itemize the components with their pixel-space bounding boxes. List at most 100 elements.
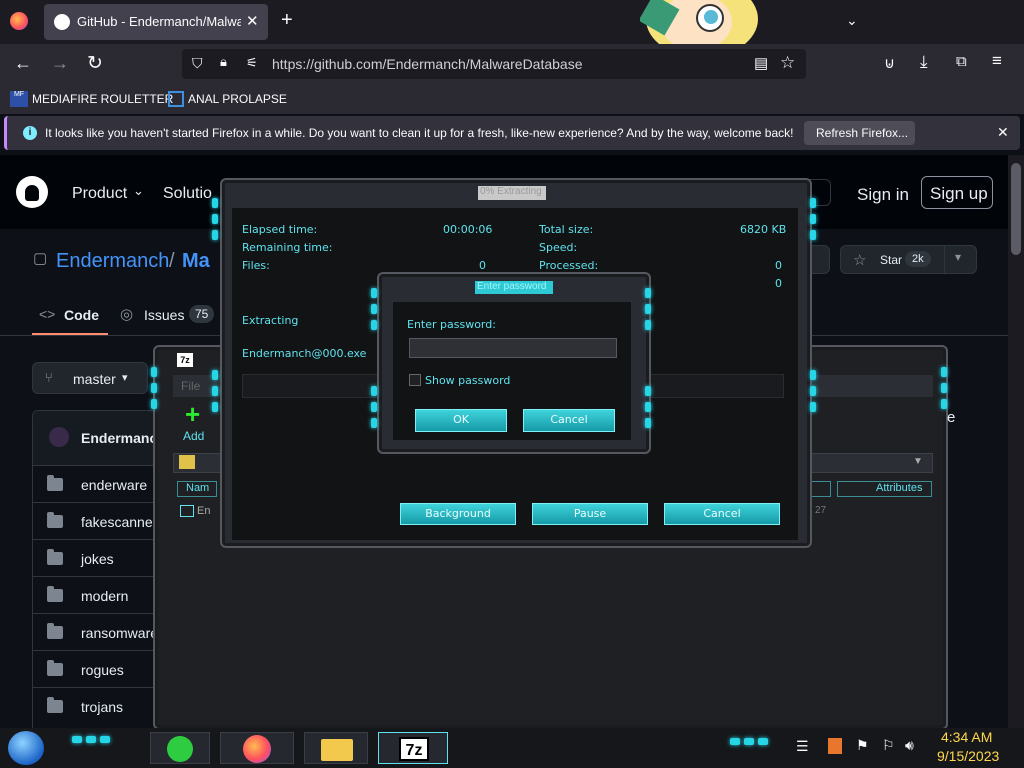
cancel-button[interactable]: Cancel <box>664 503 780 525</box>
background-button[interactable]: Background <box>400 503 516 525</box>
folder-icon <box>47 660 63 676</box>
reader-view-icon[interactable]: ▤ <box>754 54 768 72</box>
file-name[interactable]: trojans <box>81 699 123 715</box>
avatar <box>49 427 69 447</box>
permissions-icon[interactable]: ⚟ <box>246 55 258 71</box>
ok-button[interactable]: OK <box>415 409 507 432</box>
file-name[interactable]: rogues <box>81 662 124 678</box>
taskbar-7zip[interactable]: 7z <box>378 732 448 764</box>
list-item[interactable]: modern <box>33 576 163 613</box>
sign-in-link[interactable]: Sign in <box>857 185 909 205</box>
close-notification-icon[interactable]: ✕ <box>997 124 1009 141</box>
browser-nav-bar: ← → ↻ ⛉ 🔒︎ ⚟ https://github.com/Enderman… <box>0 44 1024 84</box>
folder-up-icon[interactable] <box>179 455 195 469</box>
password-cancel-button[interactable]: Cancel <box>523 409 615 432</box>
page-scrollbar[interactable] <box>1008 155 1024 728</box>
url-text[interactable]: https://github.com/Endermanch/MalwareDat… <box>272 56 583 72</box>
firefox-view-icon[interactable] <box>10 12 28 30</box>
list-item[interactable]: enderware <box>33 465 163 502</box>
bookmark-star-icon[interactable]: ☆ <box>780 53 795 73</box>
tray-flag2-icon[interactable]: ⚐ <box>882 737 895 754</box>
lock-icon[interactable]: 🔒︎ <box>220 54 227 70</box>
nav-solutions[interactable]: Solutio <box>163 185 212 203</box>
url-bar[interactable]: ⛉ 🔒︎ ⚟ https://github.com/Endermanch/Mal… <box>182 49 806 79</box>
list-item[interactable]: trojans <box>33 687 163 724</box>
file-name[interactable]: modern <box>81 588 128 604</box>
file-name[interactable]: enderware <box>81 477 147 493</box>
tray-app-icon[interactable] <box>828 738 842 754</box>
bookmark-label: ANAL PROLAPSE <box>188 92 287 106</box>
branch-icon: ⑂ <box>45 370 53 385</box>
taskbar-firefox[interactable] <box>220 732 294 764</box>
tab-github[interactable]: GitHub - Endermanch/Malware ✕ <box>44 4 268 40</box>
extensions-icon[interactable]: ⧉ <box>956 53 967 70</box>
tab-title: GitHub - Endermanch/Malware <box>77 14 241 29</box>
list-all-tabs-icon[interactable]: ⌄ <box>846 12 858 29</box>
branch-selector[interactable]: ⑂ master ▾ <box>32 362 148 394</box>
add-icon[interactable]: + <box>185 401 200 427</box>
star-icon: ☆ <box>853 252 867 269</box>
menu-icon[interactable]: ≡ <box>992 51 1002 71</box>
refresh-firefox-button[interactable]: Refresh Firefox... <box>804 121 915 145</box>
shield-icon[interactable]: ⛉ <box>192 55 203 72</box>
show-password-checkbox[interactable] <box>409 374 421 386</box>
pause-button[interactable]: Pause <box>532 503 648 525</box>
taskbar-notes-app[interactable] <box>150 732 210 764</box>
show-password-label[interactable]: Show password <box>425 374 510 387</box>
file-row-name[interactable]: En <box>197 505 210 517</box>
tray-flag-icon[interactable]: ⚑ <box>856 737 869 754</box>
volume-icon[interactable]: 🔊︎ <box>905 737 914 754</box>
chevron-down-icon: ⌄ <box>133 183 144 198</box>
file-name[interactable]: fakescanners <box>81 514 164 530</box>
issues-count: 75 <box>189 305 215 323</box>
start-button[interactable] <box>8 731 44 765</box>
processed-value: 0 <box>775 259 782 272</box>
taskbar-decoration-right <box>726 736 776 748</box>
tab-issues[interactable]: Issues <box>144 307 184 323</box>
refresh-firefox-label: Refresh Firefox... <box>816 126 909 140</box>
star-dropdown-icon[interactable]: ▾ <box>955 250 961 264</box>
downloads-icon[interactable]: ⤓ <box>920 52 928 72</box>
mediafire-icon: MF <box>10 91 28 107</box>
pocket-icon[interactable]: ⊍ <box>884 54 895 72</box>
sign-up-button[interactable]: Sign up <box>921 176 993 209</box>
star-button[interactable]: ☆ Star 2k ▾ <box>840 245 977 274</box>
list-item[interactable]: ransomware <box>33 613 163 650</box>
dialog-title: 0% Extracting <box>480 186 542 197</box>
file-name[interactable]: ransomware <box>81 625 158 641</box>
repo-owner-link[interactable]: Endermanch <box>56 250 169 273</box>
clock-date[interactable]: 9/15/2023 <box>937 748 999 764</box>
bookmark-favicon-icon <box>168 91 184 107</box>
elapsed-time-label: Elapsed time: <box>242 223 318 236</box>
file-row-date: 27 <box>815 505 827 516</box>
menu-file[interactable]: File <box>181 379 200 393</box>
github-logo-icon[interactable] <box>16 176 48 208</box>
list-item[interactable]: rogues <box>33 650 163 687</box>
code-icon: <> <box>39 306 56 322</box>
column-name-label: Nam <box>186 482 210 494</box>
tab-code[interactable]: Code <box>64 307 99 323</box>
tray-network-icon[interactable]: ☰ <box>796 738 809 755</box>
clock-time[interactable]: 4:34 AM <box>941 729 992 745</box>
tab-close-icon[interactable]: ✕ <box>246 12 259 30</box>
path-dropdown-icon[interactable]: ▼ <box>913 456 923 467</box>
notification-text: It looks like you haven't started Firefo… <box>45 126 794 140</box>
taskbar-file-explorer[interactable] <box>304 732 368 764</box>
password-input[interactable] <box>409 338 617 358</box>
list-item[interactable]: fakescanners <box>33 502 164 539</box>
forward-icon[interactable]: → <box>51 53 69 74</box>
reload-icon[interactable]: ↻ <box>87 52 103 75</box>
password-dialog[interactable]: Enter password Enter password: Show pass… <box>371 272 651 454</box>
file-name[interactable]: jokes <box>81 551 114 567</box>
folder-icon <box>47 549 63 565</box>
password-prompt: Enter password: <box>407 318 496 331</box>
firefox-refresh-notification: i It looks like you haven't started Fire… <box>4 116 1020 150</box>
add-label[interactable]: Add <box>183 429 204 443</box>
new-tab-icon[interactable]: + <box>281 9 293 32</box>
back-icon[interactable]: ← <box>14 53 32 74</box>
bookmark-label: MEDIAFIRE ROULETTER <box>32 92 174 106</box>
nav-product[interactable]: Product <box>72 185 127 203</box>
scrollbar-thumb[interactable] <box>1011 163 1021 255</box>
repo-name-link[interactable]: Ma <box>182 250 210 273</box>
list-item[interactable]: jokes <box>33 539 163 576</box>
